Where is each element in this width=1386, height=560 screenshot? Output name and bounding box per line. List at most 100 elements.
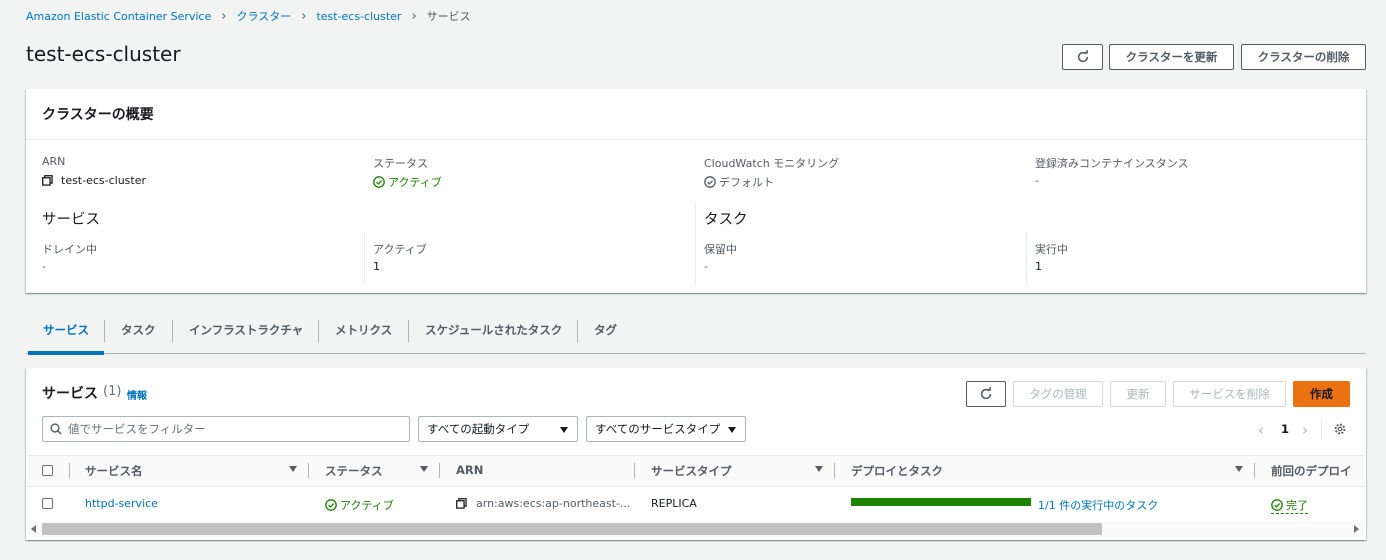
service-status-text: アクティブ bbox=[340, 499, 394, 512]
create-service-button[interactable]: 作成 bbox=[1293, 381, 1350, 407]
cluster-overview-card bbox=[26, 89, 1366, 293]
section-divider bbox=[695, 203, 696, 285]
manage-tags-button[interactable]: タグの管理 bbox=[1013, 381, 1103, 407]
cloudwatch-label: CloudWatch モニタリング bbox=[704, 157, 840, 170]
breadcrumb: Amazon Elastic Container Service › クラスター… bbox=[26, 8, 471, 24]
sort-caret-icon[interactable] bbox=[420, 466, 428, 472]
arn-label: ARN bbox=[42, 155, 66, 168]
update-cluster-button[interactable]: クラスターを更新 bbox=[1109, 44, 1234, 70]
chevron-right-icon: › bbox=[301, 8, 307, 24]
status-stopped-icon bbox=[704, 176, 716, 188]
draining-label: ドレイン中 bbox=[42, 243, 97, 256]
column-divider bbox=[364, 232, 365, 285]
running-label: 実行中 bbox=[1035, 243, 1068, 256]
launch-type-select[interactable]: すべての起動タイプ bbox=[418, 416, 578, 442]
service-type-value: すべてのサービスタイプ bbox=[595, 422, 721, 436]
column-divider bbox=[834, 463, 835, 478]
scroll-left-icon[interactable] bbox=[31, 525, 36, 533]
breadcrumb-ecs[interactable]: Amazon Elastic Container Service bbox=[26, 10, 211, 23]
cloudwatch-value: デフォルト bbox=[704, 174, 774, 190]
column-header-status[interactable]: ステータス bbox=[325, 463, 383, 479]
refresh-cluster-button[interactable] bbox=[1062, 44, 1103, 70]
launch-type-value: すべての起動タイプ bbox=[427, 422, 530, 436]
service-type-select[interactable]: すべてのサービスタイプ bbox=[586, 416, 746, 442]
column-header-type[interactable]: サービスタイプ bbox=[651, 463, 732, 479]
service-status: アクティブ bbox=[325, 497, 394, 513]
active-label: アクティブ bbox=[373, 243, 427, 256]
search-icon bbox=[50, 423, 62, 435]
last-deployment-text: 完了 bbox=[1286, 499, 1308, 512]
tab-divider bbox=[172, 320, 173, 342]
update-service-button[interactable]: 更新 bbox=[1110, 381, 1166, 407]
status-positive-icon bbox=[373, 176, 385, 188]
card-header-divider bbox=[26, 139, 1366, 140]
instances-value: - bbox=[1035, 174, 1039, 187]
draining-value: - bbox=[42, 260, 46, 273]
status-label: ステータス bbox=[373, 157, 428, 170]
column-divider bbox=[1254, 463, 1255, 478]
select-all-checkbox[interactable] bbox=[42, 465, 53, 476]
tab-divider bbox=[318, 320, 319, 342]
settings-gear-icon[interactable] bbox=[1333, 422, 1347, 436]
copy-icon[interactable] bbox=[456, 498, 467, 509]
pending-label: 保留中 bbox=[704, 243, 737, 256]
copy-icon[interactable] bbox=[42, 175, 53, 186]
tab-divider bbox=[408, 320, 409, 342]
column-divider bbox=[1026, 232, 1027, 285]
page-number[interactable]: 1 bbox=[1281, 422, 1289, 436]
sort-caret-icon[interactable] bbox=[289, 466, 297, 472]
services-heading: サービス bbox=[42, 212, 100, 228]
services-title: サービス bbox=[42, 386, 98, 402]
active-tab-indicator bbox=[28, 351, 104, 355]
info-link[interactable]: 情報 bbox=[127, 387, 147, 402]
breadcrumb-current: サービス bbox=[426, 10, 471, 23]
running-tasks-link[interactable]: 1/1 件の実行中のタスク bbox=[1038, 497, 1158, 513]
caret-down-icon bbox=[560, 427, 568, 433]
column-header-last-deployment[interactable]: 前回のデプロイ bbox=[1271, 463, 1352, 479]
filter-placeholder: 値でサービスをフィルター bbox=[68, 422, 206, 436]
running-value: 1 bbox=[1035, 260, 1042, 273]
services-count: (1) bbox=[103, 384, 122, 399]
task-progress-fill bbox=[851, 498, 1031, 506]
sort-caret-icon[interactable] bbox=[815, 466, 823, 472]
filter-input[interactable]: 値でサービスをフィルター bbox=[42, 416, 410, 442]
column-divider bbox=[634, 463, 635, 478]
service-arn-text: arn:aws:ecs:ap-northeast-... bbox=[476, 497, 631, 510]
pagination-divider bbox=[1321, 418, 1322, 440]
scroll-right-icon[interactable] bbox=[1354, 525, 1359, 533]
arn-value: test-ecs-cluster bbox=[42, 174, 146, 187]
refresh-icon bbox=[1077, 50, 1088, 63]
prev-page-icon[interactable]: ‹ bbox=[1258, 421, 1264, 439]
caret-down-icon bbox=[728, 427, 736, 433]
tab-tags[interactable]: タグ bbox=[594, 322, 617, 340]
tab-services[interactable]: サービス bbox=[43, 322, 89, 340]
delete-cluster-button[interactable]: クラスターの削除 bbox=[1241, 44, 1366, 70]
tab-metrics[interactable]: メトリクス bbox=[335, 322, 392, 340]
instances-label: 登録済みコンテナインスタンス bbox=[1035, 157, 1189, 170]
sort-caret-icon[interactable] bbox=[1235, 466, 1243, 472]
status-positive-icon bbox=[325, 499, 337, 511]
tab-scheduled-tasks[interactable]: スケジュールされたタスク bbox=[425, 322, 562, 340]
row-checkbox[interactable] bbox=[42, 498, 53, 509]
last-deployment-status[interactable]: 完了 bbox=[1271, 497, 1308, 514]
breadcrumb-clusters[interactable]: クラスター bbox=[236, 8, 291, 24]
pending-value: - bbox=[704, 260, 708, 273]
overview-title: クラスターの概要 bbox=[42, 107, 154, 123]
service-name-link[interactable]: httpd-service bbox=[85, 497, 158, 510]
scrollbar-thumb[interactable] bbox=[42, 523, 1102, 535]
column-header-arn[interactable]: ARN bbox=[456, 463, 483, 477]
status-text: アクティブ bbox=[388, 176, 442, 189]
refresh-icon bbox=[980, 387, 992, 400]
column-header-deployments[interactable]: デプロイとタスク bbox=[851, 463, 943, 479]
tab-divider bbox=[104, 320, 105, 342]
tasks-heading: タスク bbox=[704, 212, 748, 228]
delete-service-button[interactable]: サービスを削除 bbox=[1173, 381, 1286, 407]
refresh-services-button[interactable] bbox=[966, 381, 1006, 407]
status-positive-icon bbox=[1271, 499, 1283, 511]
next-page-icon[interactable]: › bbox=[1302, 421, 1308, 439]
active-value: 1 bbox=[373, 260, 380, 273]
breadcrumb-cluster[interactable]: test-ecs-cluster bbox=[316, 10, 401, 23]
column-header-name[interactable]: サービス名 bbox=[85, 463, 143, 479]
tab-tasks[interactable]: タスク bbox=[121, 322, 156, 340]
tab-infrastructure[interactable]: インフラストラクチャ bbox=[189, 322, 303, 340]
